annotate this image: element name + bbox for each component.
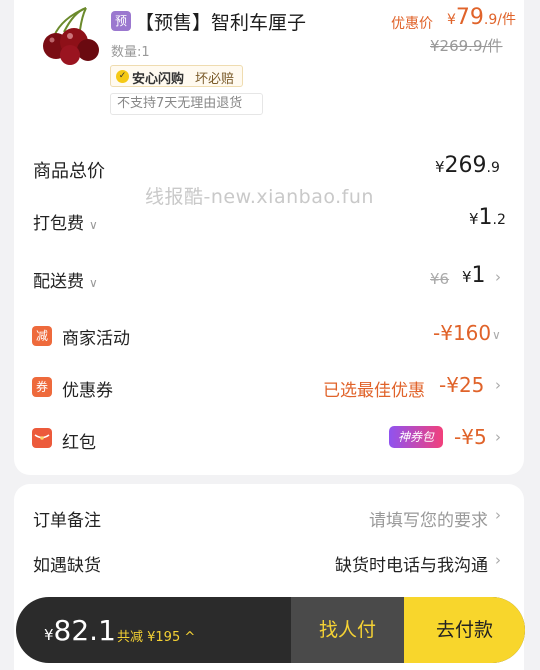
red-packet-icon (32, 428, 52, 448)
checkout-bar: ¥82.1 共减 ¥195 ^ 找人付 去付款 (16, 597, 525, 663)
delivery-fee-amount: ¥1 (462, 263, 486, 288)
out-of-stock-option[interactable]: 缺货时电话与我沟通 (335, 551, 488, 576)
chevron-down-icon[interactable]: ∨ (492, 328, 501, 342)
discount-icon: 减 (32, 326, 52, 346)
price-currency: ¥ (447, 12, 456, 28)
chevron-up-icon: ^ (180, 630, 196, 645)
product-title[interactable]: 【预售】智利车厘子 (135, 8, 306, 35)
delivery-original-fee: ¥6 (430, 270, 450, 288)
coupon-label: 优惠券 (62, 381, 113, 401)
order-remark-input[interactable]: 请填写您的要求 (369, 506, 488, 531)
chevron-right-icon[interactable]: › (495, 551, 501, 569)
coupon-icon: 券 (32, 377, 52, 397)
chevron-right-icon[interactable]: › (495, 506, 501, 524)
chevron-down-icon: ∨ (89, 276, 98, 290)
product-image[interactable] (34, 2, 104, 72)
red-packet-amount: -¥5 (454, 425, 487, 449)
original-price: ¥269.9/件 (430, 37, 503, 55)
chevron-right-icon[interactable]: › (495, 268, 501, 286)
delivery-currency: ¥ (462, 268, 472, 286)
watermark: 线报酷-new.xianbao.fun (145, 186, 374, 208)
check-icon: ✓ (116, 70, 129, 83)
discount-price-label: 优惠价 (391, 16, 433, 32)
assured-label: 安心闪购 (132, 72, 185, 87)
payable-total: ¥82.1 (44, 614, 116, 647)
chevron-right-icon[interactable]: › (495, 376, 501, 394)
broken-compensation-label: 坏必赔 (195, 72, 235, 87)
packing-fee-label: 打包费 (33, 214, 84, 234)
total-reduction-label: 共减 ¥195 (117, 630, 181, 645)
order-remark-label: 订单备注 (33, 511, 101, 531)
goods-total-label: 商品总价 (33, 161, 105, 182)
packing-fee-row[interactable]: 打包费 ∨ (33, 209, 98, 234)
order-summary-card: 预 【预售】智利车厘子 数量:1 优惠价 ¥79.9/件 ¥269.9/件 ✓ … (14, 0, 524, 475)
super-coupon-badge[interactable]: 神券包 (389, 426, 443, 448)
packing-fee-amount: ¥1.2 (469, 205, 506, 230)
presale-tag: 预 (111, 11, 131, 31)
chevron-down-icon: ∨ (89, 218, 98, 232)
merchant-activity-label: 商家活动 (62, 329, 130, 349)
packing-decimal: .2 (492, 212, 506, 228)
total-currency: ¥ (435, 158, 445, 176)
payable-currency: ¥ (44, 626, 54, 644)
total-integer: 269 (444, 153, 487, 178)
product-quantity: 数量:1 (111, 45, 150, 60)
pay-button[interactable]: 去付款 (404, 597, 525, 663)
price-integer: 79 (455, 5, 484, 30)
price-decimal: .9/件 (483, 12, 516, 28)
no-return-badge: 不支持7天无理由退货 (110, 93, 263, 115)
total-decimal: .9 (486, 160, 500, 176)
best-offer-note[interactable]: 已选最佳优惠 (323, 376, 425, 401)
delivery-fee-row[interactable]: 配送费 ∨ (33, 267, 98, 292)
packing-currency: ¥ (469, 210, 479, 228)
out-of-stock-label: 如遇缺货 (33, 556, 101, 576)
friend-pay-button[interactable]: 找人付 (291, 597, 404, 663)
payable-amount: 82.1 (53, 614, 116, 647)
assured-badge[interactable]: ✓ 安心闪购 坏必赔 (110, 65, 243, 87)
red-packet-label: 红包 (62, 433, 96, 453)
merchant-activity-amount: -¥160 (433, 321, 492, 345)
delivery-integer: 1 (471, 263, 486, 288)
goods-total-amount: ¥269.9 (435, 153, 500, 178)
coupon-amount: -¥25 (439, 373, 485, 397)
discount-price: ¥79.9/件 (447, 5, 516, 30)
chevron-right-icon[interactable]: › (495, 428, 501, 446)
delivery-fee-label: 配送费 (33, 272, 84, 292)
total-reduction[interactable]: 共减 ¥195 ^ (117, 626, 195, 645)
packing-integer: 1 (478, 205, 493, 230)
